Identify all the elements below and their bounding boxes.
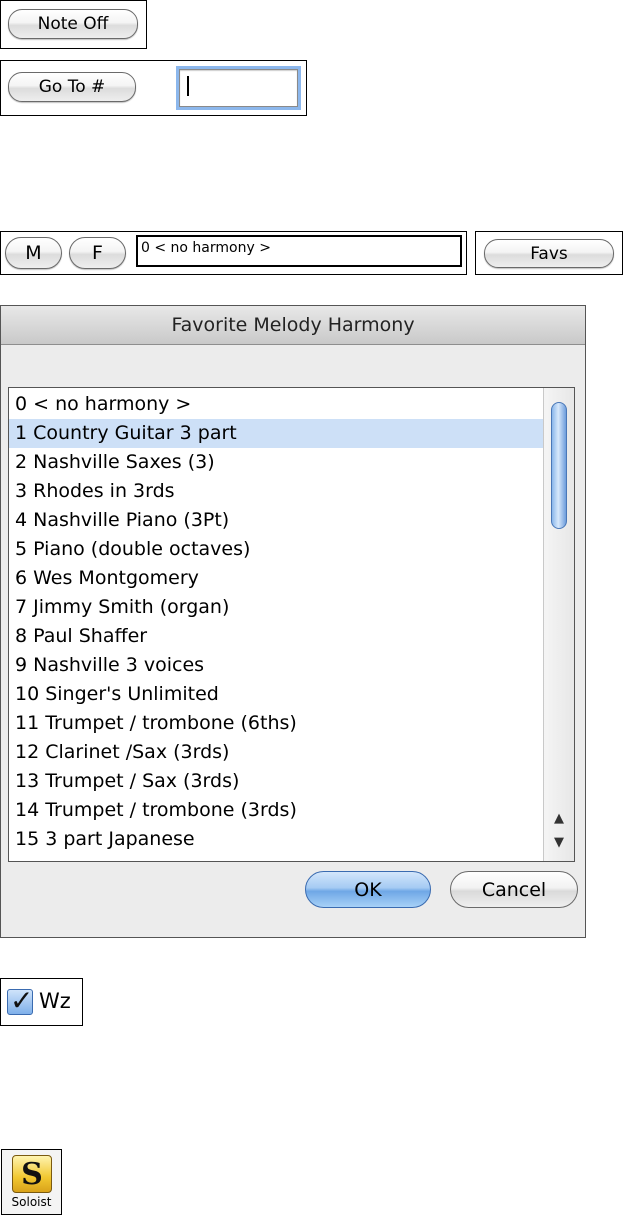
- cancel-button[interactable]: Cancel: [450, 871, 578, 908]
- list-item[interactable]: 7 Jimmy Smith (organ): [9, 593, 544, 622]
- list-item[interactable]: 15 3 part Japanese: [9, 825, 544, 854]
- melody-m-button[interactable]: M: [5, 237, 62, 269]
- text-caret: [187, 76, 189, 96]
- list-item[interactable]: 8 Paul Shaffer: [9, 622, 544, 651]
- harmony-list[interactable]: 0 < no harmony >1 Country Guitar 3 part 2…: [8, 387, 575, 862]
- list-item[interactable]: 12 Clarinet /Sax (3rds): [9, 738, 544, 767]
- note-off-frame: Note Off: [0, 0, 147, 49]
- soloist-button[interactable]: S Soloist: [1, 1149, 62, 1215]
- favs-button[interactable]: Favs: [484, 239, 614, 268]
- dialog-title: Favorite Melody Harmony: [1, 306, 585, 345]
- note-off-button[interactable]: Note Off: [8, 9, 138, 39]
- ok-button[interactable]: OK: [305, 871, 431, 908]
- harmony-value-text: 0 < no harmony >: [141, 240, 271, 256]
- list-item[interactable]: 6 Wes Montgomery: [9, 564, 544, 593]
- checkmark-icon: ✓: [10, 984, 34, 1017]
- list-item[interactable]: 1 Country Guitar 3 part: [9, 419, 544, 448]
- scroll-up-arrow-icon[interactable]: ▲: [544, 807, 574, 831]
- list-item[interactable]: 0 < no harmony >: [9, 390, 544, 419]
- favorite-melody-harmony-dialog: Favorite Melody Harmony 0 < no harmony >…: [0, 305, 586, 938]
- wz-checkbox-label: Wz: [39, 989, 71, 1013]
- go-to-number-input[interactable]: [179, 69, 298, 107]
- harmony-bar-frame: M F 0 < no harmony >: [0, 231, 467, 275]
- soloist-logo-icon: S: [12, 1155, 52, 1193]
- list-item[interactable]: 4 Nashville Piano (3Pt): [9, 506, 544, 535]
- list-item[interactable]: 5 Piano (double octaves): [9, 535, 544, 564]
- list-item[interactable]: 9 Nashville 3 voices: [9, 651, 544, 680]
- list-item[interactable]: 2 Nashville Saxes (3): [9, 448, 544, 477]
- go-to-button[interactable]: Go To #: [8, 72, 136, 102]
- soloist-label: Soloist: [11, 1195, 52, 1209]
- harmony-value-field[interactable]: 0 < no harmony >: [136, 235, 462, 267]
- melody-f-button[interactable]: F: [69, 237, 126, 269]
- list-item[interactable]: 13 Trumpet / Sax (3rds): [9, 767, 544, 796]
- list-item[interactable]: 3 Rhodes in 3rds: [9, 477, 544, 506]
- list-item[interactable]: 14 Trumpet / trombone (3rds): [9, 796, 544, 825]
- list-item[interactable]: 10 Singer's Unlimited: [9, 680, 544, 709]
- wz-checkbox[interactable]: ✓: [7, 984, 33, 1017]
- scrollbar-thumb[interactable]: [551, 402, 567, 529]
- vertical-scrollbar[interactable]: ▲ ▼: [543, 388, 574, 861]
- wz-checkbox-frame: ✓ Wz: [0, 978, 83, 1026]
- favs-frame: Favs: [475, 231, 623, 275]
- go-to-frame: Go To #: [0, 60, 307, 116]
- list-item[interactable]: 11 Trumpet / trombone (6ths): [9, 709, 544, 738]
- scroll-down-arrow-icon[interactable]: ▼: [544, 831, 574, 855]
